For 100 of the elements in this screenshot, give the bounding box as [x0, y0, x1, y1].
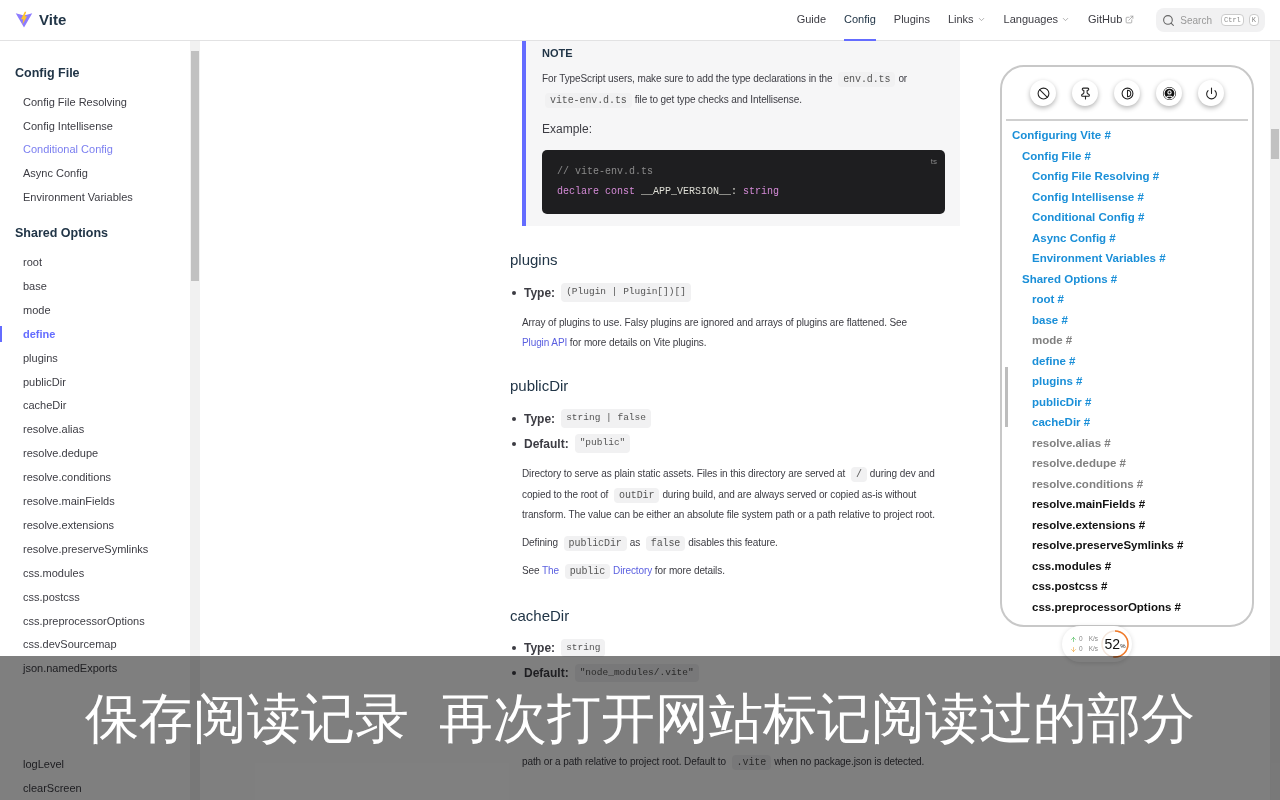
sidebar-link[interactable]: resolve.mainFields — [23, 493, 115, 510]
toc-link[interactable]: css.modules # — [1032, 555, 1248, 576]
toc-link[interactable]: cacheDir # — [1032, 412, 1248, 433]
toc-link[interactable]: css.preprocessorOptions # — [1032, 596, 1248, 617]
pin-button[interactable] — [1072, 80, 1098, 106]
sidebar-link[interactable]: root — [23, 254, 42, 271]
nav-link[interactable]: Plugins — [893, 0, 930, 41]
paragraph: For TypeScript users, make sure to add the type declarations in the env.d.ts or vite-env.d.ts file to get type checks and Intellisense. — [542, 71, 909, 110]
sidebar-link[interactable]: Config Intellisense — [23, 117, 113, 135]
active-indicator — [0, 326, 2, 343]
sidebar-link[interactable]: css.modules — [23, 564, 85, 582]
text-link[interactable]: Directory — [613, 565, 655, 576]
field-label: Type: — [524, 410, 556, 428]
sidebar-link[interactable]: resolve.extensions — [23, 516, 115, 534]
toc-link[interactable]: plugins # — [1032, 371, 1248, 392]
toc-link[interactable]: Config File # — [1022, 145, 1248, 166]
sidebar-link[interactable]: css.preprocessorOptions — [23, 612, 145, 629]
toc-link[interactable]: resolve.dedupe # — [1032, 453, 1248, 474]
search-icon — [1162, 13, 1176, 27]
external-link-icon — [1125, 14, 1135, 24]
toc-link[interactable]: resolve.alias # — [1032, 432, 1248, 453]
toc-link[interactable]: base # — [1032, 309, 1248, 330]
example-label: Example: — [542, 121, 594, 138]
bullet-icon — [512, 290, 516, 295]
text-link[interactable]: The — [542, 565, 562, 576]
sidebar-link[interactable]: base — [23, 278, 47, 295]
toc-link[interactable]: resolve.mainFields # — [1032, 494, 1248, 515]
caption-text: 保存阅读记录 — [85, 688, 409, 748]
sidebar-heading: Shared Options — [15, 225, 110, 243]
bullet-icon — [512, 646, 516, 650]
upload-icon — [1070, 635, 1077, 643]
code-line: // vite-env.d.ts — [557, 165, 653, 179]
toc-link[interactable]: resolve.conditions # — [1032, 473, 1248, 494]
language-label: ts — [930, 156, 937, 168]
sidebar-link[interactable]: resolve.preserveSymlinks — [23, 540, 149, 558]
toc-link[interactable]: resolve.extensions # — [1032, 514, 1248, 535]
toc-link[interactable]: Config Intellisense # — [1032, 186, 1248, 207]
sidebar-link[interactable]: mode — [23, 301, 51, 319]
caption-text: 再次打开网站标记阅读过的部分 — [439, 688, 1195, 748]
toc-link[interactable]: Configuring Vite # — [1012, 125, 1248, 146]
section-heading: cacheDir — [510, 605, 571, 626]
sidebar-heading: Config File — [15, 65, 81, 82]
toc-link[interactable]: Config File Resolving # — [1032, 166, 1248, 187]
nav-link[interactable]: Links — [947, 0, 986, 41]
sidebar-link[interactable]: clearScreen — [23, 779, 82, 797]
note-title: NOTE — [542, 46, 574, 61]
pin-icon — [1078, 86, 1092, 100]
sidebar-link[interactable]: css.devSourcemap — [23, 636, 117, 653]
sidebar-link[interactable]: cacheDir — [23, 397, 67, 414]
site-title[interactable]: Vite — [39, 8, 67, 32]
scrollbar-thumb[interactable] — [191, 51, 199, 281]
download-icon — [1070, 645, 1077, 653]
text-link[interactable]: Plugin API — [522, 336, 570, 348]
inline-code: publicDir — [563, 535, 627, 551]
sidebar-link[interactable]: Async Config — [23, 165, 88, 182]
section-heading: plugins — [510, 250, 559, 270]
toc-link[interactable]: Shared Options # — [1022, 268, 1248, 289]
power-button[interactable] — [1198, 80, 1224, 106]
toc-link[interactable]: Async Config # — [1032, 227, 1248, 248]
inline-code: / — [850, 467, 867, 482]
field-label: Type: — [524, 640, 556, 657]
user-button[interactable] — [1156, 80, 1182, 106]
sidebar-link[interactable]: Environment Variables — [23, 189, 133, 206]
toc-link[interactable]: css.postcss # — [1032, 576, 1248, 597]
toc-link[interactable]: define # — [1032, 350, 1248, 371]
sidebar-link[interactable]: plugins — [23, 349, 58, 367]
nav-link[interactable]: GitHub — [1088, 0, 1135, 41]
inline-code: .vite — [731, 754, 772, 770]
inline-code: (Plugin | Plugin[])[] — [561, 283, 691, 302]
sidebar-link[interactable]: resolve.alias — [23, 421, 85, 438]
sidebar-link[interactable]: logLevel — [23, 755, 64, 773]
toc-link[interactable]: Conditional Config # — [1032, 207, 1248, 228]
paragraph: path or a path relative to project root. Default to .vite when no package.json is detected. — [522, 753, 926, 772]
toc-link[interactable]: Environment Variables # — [1032, 248, 1248, 269]
field-label: Type: — [524, 284, 556, 302]
bullet-icon — [512, 671, 516, 675]
contrast-icon — [1120, 86, 1134, 100]
toc-link[interactable]: root # — [1032, 289, 1248, 310]
sidebar-link[interactable]: css.postcss — [23, 588, 80, 606]
sidebar-link[interactable]: Config File Resolving — [23, 93, 127, 111]
sidebar-link[interactable]: define — [23, 325, 56, 343]
toc-link[interactable]: resolve.preserveSymlinks # — [1032, 535, 1248, 556]
contrast-button[interactable] — [1114, 80, 1140, 106]
sidebar-link[interactable]: json.namedExports — [23, 660, 118, 677]
toc-link[interactable]: publicDir # — [1032, 391, 1248, 412]
paragraph: Directory to serve as plain static assets. Files in this directory are served at / during dev and copied to the root of outDir during build, and are always served or copied as-is without transform. The value can be either an absolute file system path or a path relative to project root. — [522, 466, 936, 522]
sidebar-link[interactable]: Conditional Config — [23, 141, 113, 158]
sidebar-link[interactable]: resolve.dedupe — [23, 445, 99, 462]
scrollbar-thumb[interactable] — [1271, 129, 1279, 159]
nav-link[interactable]: Guide — [796, 0, 827, 41]
inline-code: outDir — [614, 487, 660, 503]
sidebar-link[interactable]: resolve.conditions — [23, 469, 112, 486]
section-heading: publicDir — [510, 376, 570, 396]
block-button[interactable] — [1030, 80, 1056, 106]
toc-link[interactable]: mode # — [1032, 330, 1248, 351]
sidebar-link[interactable]: publicDir — [23, 373, 66, 391]
bullet-icon — [512, 416, 516, 421]
scrollbar-thumb[interactable] — [1005, 367, 1008, 427]
nav-link[interactable]: Languages — [1003, 0, 1071, 41]
user-icon — [1162, 86, 1176, 100]
